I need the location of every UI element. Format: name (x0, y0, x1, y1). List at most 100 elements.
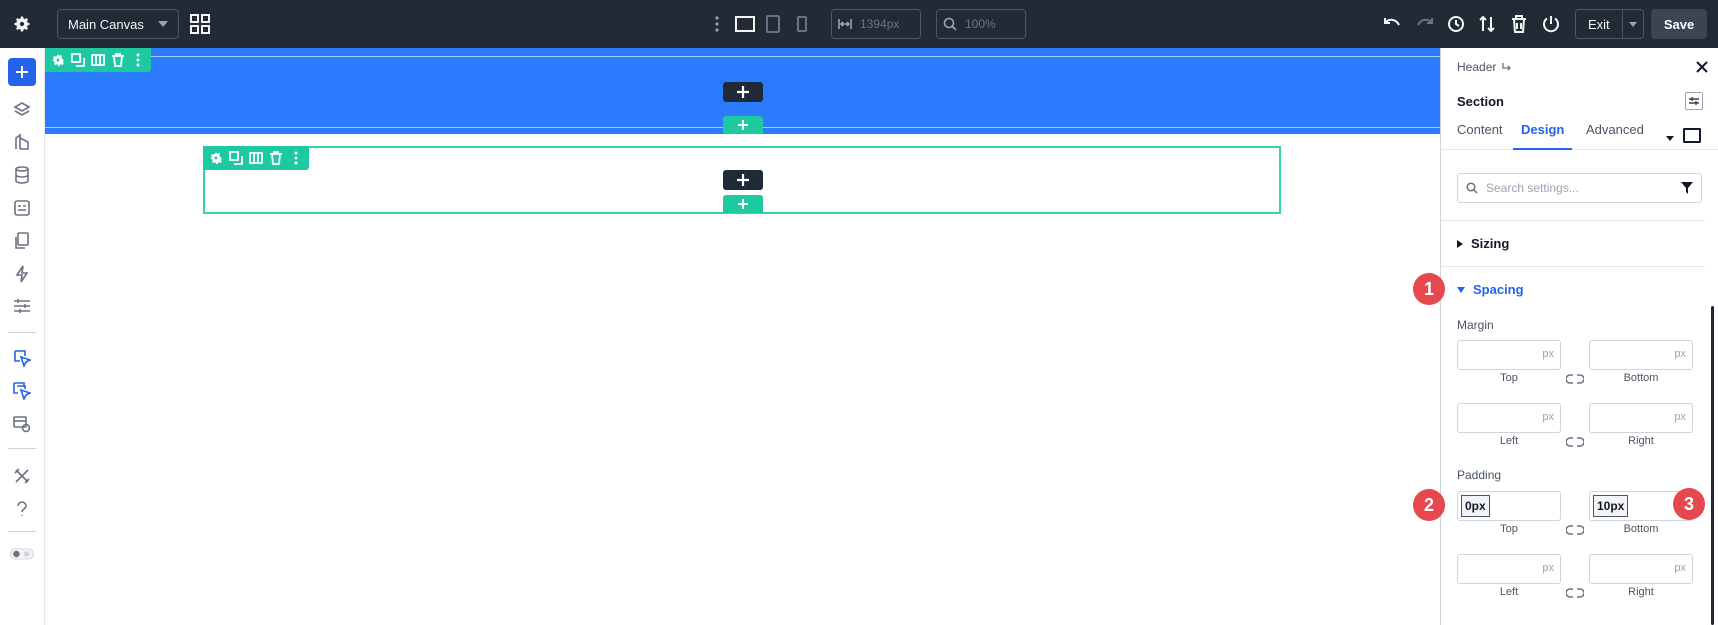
section-toolbar (45, 48, 151, 72)
padding-top-caption: Top (1500, 523, 1518, 535)
builder-canvas[interactable] (45, 48, 1440, 625)
section-divider (1441, 220, 1705, 221)
tab-advanced[interactable]: Advanced (1586, 120, 1644, 150)
click-cursor-icon[interactable] (10, 346, 34, 370)
save-button[interactable]: Save (1651, 9, 1707, 39)
phone-view-icon[interactable] (791, 12, 813, 36)
unit-label: px (1674, 562, 1686, 574)
link-values-icon[interactable] (1565, 524, 1585, 536)
padding-right-input[interactable]: px (1589, 554, 1693, 584)
pages-icon[interactable] (10, 229, 34, 253)
search-icon (1466, 182, 1478, 194)
toggle-switch-icon[interactable] (10, 542, 34, 566)
padding-bottom-value: 10px (1593, 495, 1629, 517)
add-row-plus-icon[interactable] (723, 82, 763, 102)
duplicate-icon[interactable] (71, 53, 85, 67)
margin-top-input[interactable]: px (1457, 340, 1561, 370)
panel-scrollbar[interactable] (1711, 306, 1714, 625)
zoom-value: 100% (965, 17, 996, 31)
delete-trash-icon[interactable] (111, 53, 125, 67)
caret-right-icon (1457, 239, 1463, 248)
columns-icon[interactable] (91, 53, 105, 67)
margin-top-caption: Top (1500, 372, 1518, 384)
margin-right-input[interactable]: px (1589, 403, 1693, 433)
layers-icon[interactable] (10, 98, 34, 122)
tab-design[interactable]: Design (1513, 120, 1573, 150)
add-element-plus-icon[interactable] (8, 58, 36, 86)
tablet-view-icon[interactable] (762, 12, 784, 36)
padding-label: Padding (1457, 468, 1502, 482)
sort-arrows-icon[interactable] (1476, 13, 1498, 35)
group-spacing-toggle[interactable]: Spacing (1457, 282, 1524, 297)
exit-button[interactable]: Exit (1576, 10, 1623, 38)
canvas-width-field[interactable]: 1394px (831, 9, 921, 39)
history-icon[interactable] (1445, 13, 1467, 35)
row-settings-gear-icon[interactable] (209, 151, 223, 165)
margin-label: Margin (1457, 318, 1494, 332)
columns-icon[interactable] (249, 151, 263, 165)
left-sidebar (0, 48, 45, 625)
add-section-plus-icon[interactable] (723, 116, 763, 134)
section-settings-gear-icon[interactable] (51, 53, 65, 67)
add-row-below-plus-icon[interactable] (723, 195, 763, 213)
padding-right-caption: Right (1628, 586, 1654, 598)
rail-divider (8, 448, 36, 449)
tab-menu-caret-icon[interactable] (1666, 128, 1674, 146)
row-toolbar (203, 146, 309, 170)
zoom-field[interactable]: 100% (936, 9, 1026, 39)
margin-bottom-input[interactable]: px (1589, 340, 1693, 370)
link-values-icon[interactable] (1565, 587, 1585, 599)
margin-left-input[interactable]: px (1457, 403, 1561, 433)
section-guide-line (45, 56, 1440, 57)
group-sizing-toggle[interactable]: Sizing (1457, 236, 1509, 251)
filter-icon[interactable] (1681, 182, 1693, 194)
padding-left-caption: Left (1499, 586, 1519, 598)
database-icon[interactable] (10, 163, 34, 187)
power-icon[interactable] (1540, 13, 1562, 35)
presets-icon[interactable] (10, 196, 34, 220)
layout-grid-icon[interactable] (188, 12, 212, 36)
tools-icon[interactable] (10, 464, 34, 488)
tab-content[interactable]: Content (1457, 120, 1503, 150)
top-toolbar: Main Canvas 1394px 100% Exit Save (0, 0, 1718, 48)
theme-builder-icon[interactable] (10, 412, 34, 436)
close-panel-icon[interactable] (1693, 58, 1711, 76)
presets-toggle-icon[interactable] (1685, 92, 1703, 110)
unit-label: px (1542, 411, 1554, 423)
caret-down-icon (158, 21, 168, 27)
canvas-select-label: Main Canvas (68, 16, 144, 32)
width-arrows-icon (838, 19, 852, 29)
trash-icon[interactable] (1508, 13, 1530, 35)
breadcrumb[interactable]: Header (1457, 60, 1512, 74)
duplicate-icon[interactable] (229, 151, 243, 165)
state-box-icon[interactable] (1683, 128, 1701, 143)
element-title: Section (1457, 94, 1504, 109)
help-icon[interactable] (10, 497, 34, 521)
undo-icon[interactable] (1381, 13, 1403, 35)
more-vertical-icon[interactable] (131, 53, 145, 67)
more-vertical-icon[interactable] (289, 151, 303, 165)
delete-trash-icon[interactable] (269, 151, 283, 165)
unit-label: px (1674, 348, 1686, 360)
redo-icon[interactable] (1414, 13, 1436, 35)
desktop-view-icon[interactable] (734, 12, 756, 36)
search-settings-input[interactable]: Search settings... (1457, 173, 1702, 203)
padding-left-input[interactable]: px (1457, 554, 1561, 584)
builder-settings-gear-icon[interactable] (10, 12, 34, 36)
link-values-icon[interactable] (1565, 373, 1585, 385)
section-divider (1441, 266, 1705, 267)
more-options-icon[interactable] (709, 12, 725, 36)
sliders-icon[interactable] (10, 294, 34, 318)
multi-select-cursor-icon[interactable] (10, 379, 34, 403)
design-library-icon[interactable] (10, 130, 34, 154)
canvas-width-value: 1394px (860, 17, 900, 31)
padding-top-input[interactable]: 0px (1457, 491, 1561, 521)
step-badge-3: 3 (1673, 488, 1705, 520)
breadcrumb-label: Header (1457, 60, 1497, 74)
add-module-plus-icon[interactable] (723, 170, 763, 190)
exit-options-caret-icon[interactable] (1623, 10, 1643, 38)
unit-label: px (1542, 562, 1554, 574)
canvas-select[interactable]: Main Canvas (57, 9, 179, 39)
link-values-icon[interactable] (1565, 436, 1585, 448)
lightning-icon[interactable] (10, 262, 34, 286)
